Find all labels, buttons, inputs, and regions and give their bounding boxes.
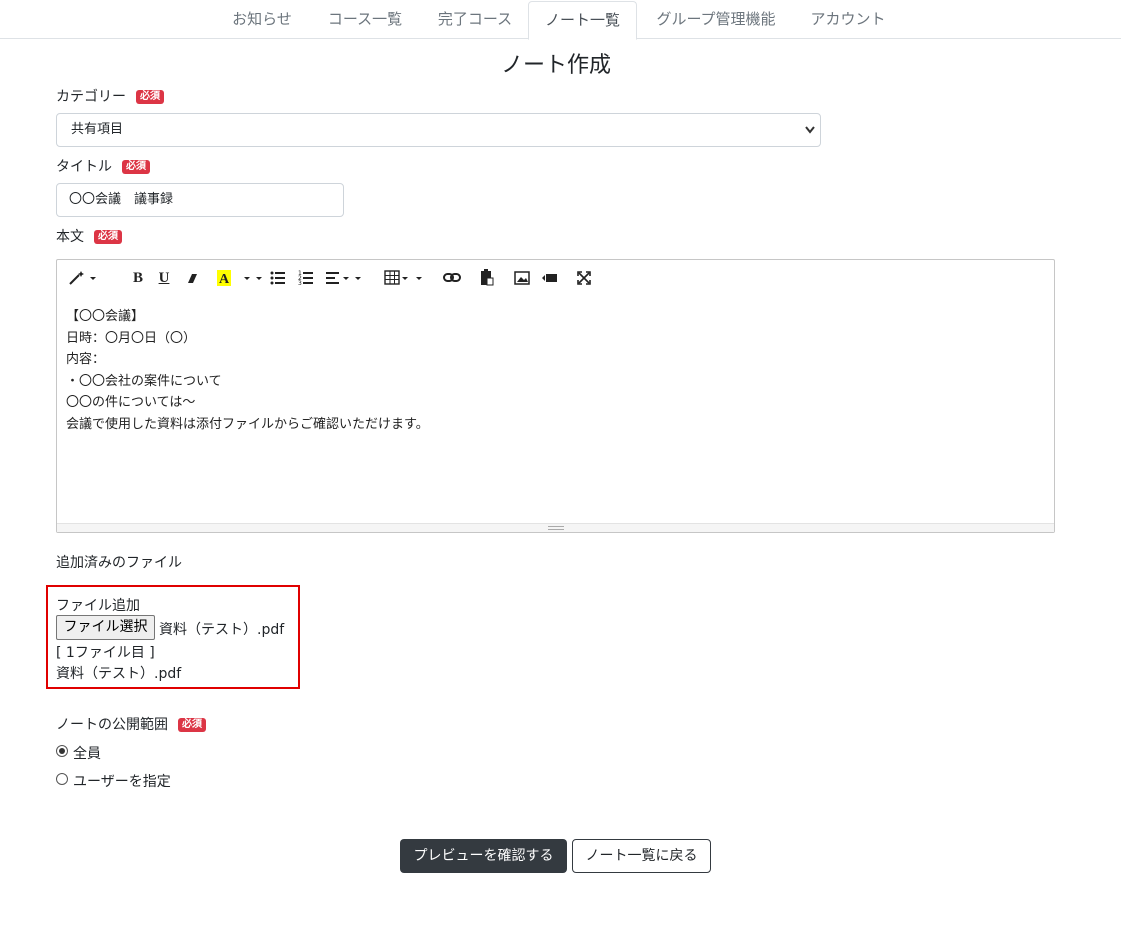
video-icon[interactable] <box>541 268 559 288</box>
bold-icon[interactable]: B <box>129 268 147 288</box>
category-select[interactable]: 共有項目 <box>56 113 821 147</box>
font-color-icon[interactable]: A <box>215 268 233 288</box>
table-icon[interactable] <box>383 268 427 288</box>
tab-note-list[interactable]: ノート一覧 <box>528 1 637 40</box>
body-label: 本文 必須 <box>56 226 122 246</box>
title-label: タイトル 必須 <box>56 156 150 176</box>
file-index-label: [ 1ファイル目 ] <box>56 645 155 661</box>
editor-content[interactable]: 【〇〇会議】 日時：〇月〇日（〇） 内容： ・〇〇会社の案件について 〇〇の件に… <box>66 306 1036 435</box>
radio-specify-users-label[interactable]: ユーザーを指定 <box>73 771 171 791</box>
required-badge: 必須 <box>136 90 164 104</box>
preview-button[interactable]: プレビューを確認する <box>400 839 567 873</box>
editor-line: 【〇〇会議】 <box>66 309 145 324</box>
editor-toolbar: B U A 123 <box>65 268 1045 288</box>
paste-icon[interactable] <box>478 268 496 288</box>
radio-everyone-label[interactable]: 全員 <box>73 743 101 763</box>
back-to-note-list-button[interactable]: ノート一覧に戻る <box>572 839 711 873</box>
tab-group-management[interactable]: グループ管理機能 <box>647 1 785 39</box>
title-input-value: 〇〇会議 議事録 <box>69 192 174 207</box>
required-badge: 必須 <box>122 160 150 174</box>
eraser-icon[interactable] <box>183 268 201 288</box>
align-icon[interactable] <box>323 268 367 288</box>
radio-specify-users[interactable] <box>56 773 68 785</box>
visibility-label-text: ノートの公開範囲 <box>56 717 168 733</box>
image-icon[interactable] <box>513 268 531 288</box>
editor-resize-handle[interactable] <box>57 523 1054 532</box>
editor-line: 〇〇の件については～ <box>66 395 196 410</box>
ordered-list-icon[interactable]: 123 <box>297 268 315 288</box>
grip-icon <box>548 526 564 530</box>
bullet-list-icon[interactable] <box>269 268 287 288</box>
underline-icon[interactable]: U <box>155 268 173 288</box>
title-input[interactable]: 〇〇会議 議事録 <box>56 183 344 217</box>
title-label-text: タイトル <box>56 159 112 175</box>
font-color-caret-icon[interactable] <box>241 268 271 288</box>
svg-text:A: A <box>219 272 230 287</box>
file-name: 資料（テスト）.pdf <box>56 666 182 682</box>
category-selected-value: 共有項目 <box>71 122 124 137</box>
required-badge: 必須 <box>178 718 206 732</box>
tab-completed-courses[interactable]: 完了コース <box>428 1 522 39</box>
page-title: ノート作成 <box>500 53 611 78</box>
chevron-down-icon <box>804 114 816 159</box>
tab-news[interactable]: お知らせ <box>221 1 303 39</box>
category-label: カテゴリー 必須 <box>56 86 164 106</box>
editor-line: 内容： <box>66 352 106 367</box>
editor-line: 日時：〇月〇日（〇） <box>66 330 197 346</box>
tab-account[interactable]: アカウント <box>800 1 896 39</box>
magic-icon[interactable] <box>67 268 103 288</box>
fullscreen-icon[interactable] <box>575 268 593 288</box>
file-select-button[interactable]: ファイル選択 <box>56 615 155 640</box>
body-label-text: 本文 <box>56 229 84 245</box>
visibility-label: ノートの公開範囲 必須 <box>56 714 206 734</box>
category-label-text: カテゴリー <box>56 89 126 105</box>
radio-everyone[interactable] <box>56 745 68 757</box>
editor-line: ・〇〇会社の案件について <box>66 373 222 389</box>
tab-course-list[interactable]: コース一覧 <box>318 1 412 39</box>
link-icon[interactable] <box>442 268 462 288</box>
required-badge: 必須 <box>94 230 122 244</box>
chosen-file-name: 資料（テスト）.pdf <box>159 622 285 638</box>
file-add-label: ファイル追加 <box>56 598 140 614</box>
editor-line: 会議で使用した資料は添付ファイルからご確認いただけます。 <box>66 416 429 432</box>
rich-text-editor[interactable]: B U A 123 【〇〇会議】 日時：〇月〇日（〇） 内容： ・〇〇会社の案件… <box>56 259 1055 533</box>
svg-text:3: 3 <box>298 280 302 287</box>
top-nav: お知らせ コース一覧 完了コース ノート一覧 グループ管理機能 アカウント <box>0 0 1121 40</box>
attached-files-label: 追加済みのファイル <box>56 555 182 571</box>
